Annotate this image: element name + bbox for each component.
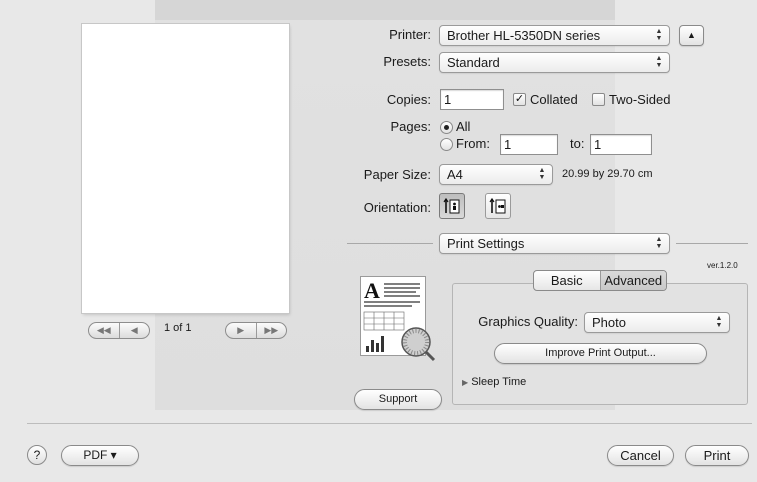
popup-arrows-icon: ▲ ▼ [655,236,663,250]
tab-bar[interactable]: Basic Advanced [533,270,667,291]
svg-text:A: A [364,278,380,303]
sleep-time-disclosure[interactable]: ▶ Sleep Time [462,376,526,388]
presets-label: Presets: [383,54,431,69]
print-button[interactable]: Print [685,445,749,466]
popup-arrows-icon: ▲ ▼ [538,167,546,181]
last-page-icon[interactable]: ▶▶ [255,323,287,338]
popup-arrows-icon: ▲ ▼ [655,55,663,69]
copies-field[interactable]: 1 [440,89,504,110]
printer-value: Brother HL-5350DN series [447,28,601,43]
footer-separator [27,423,752,424]
collated-checkbox[interactable]: ✓ [513,93,526,106]
copies-label: Copies: [386,92,431,107]
pages-label: Pages: [390,119,431,134]
pages-from-field[interactable]: 1 [500,134,558,155]
pages-all-radio[interactable] [440,121,453,134]
portrait-orientation-button[interactable] [439,193,465,219]
pages-to-label: to: [570,136,585,151]
background-toolbar [155,0,615,20]
disclosure-triangle-icon: ▶ [462,378,469,387]
next-page-icon[interactable]: ▶ [226,323,256,338]
popup-arrows-icon: ▲ ▼ [715,315,723,329]
pdf-button[interactable]: PDF ▾ [61,445,139,466]
collated-label: Collated [530,92,578,107]
help-icon: ? [33,448,41,462]
paper-size-value: A4 [447,167,463,182]
graphics-quality-popup[interactable]: Photo ▲ ▼ [584,312,730,333]
preview-back-buttons[interactable]: ◀◀ ◀ [88,322,150,339]
page-preview [82,24,289,313]
printer-popup[interactable]: Brother HL-5350DN series ▲ ▼ [439,25,670,46]
graphics-quality-value: Photo [592,315,626,330]
separator-right [676,243,748,244]
version-text: ver.1.2.0 [707,261,738,270]
paper-dimensions: 20.99 by 29.70 cm [562,168,653,180]
print-quality-illustration: A [360,276,436,362]
pages-to-field[interactable]: 1 [590,134,652,155]
pages-from-label: From: [456,136,490,151]
page-indicator: 1 of 1 [164,322,192,334]
tab-advanced[interactable]: Advanced [599,271,666,290]
presets-popup[interactable]: Standard ▲ ▼ [439,52,670,73]
pages-from-radio[interactable] [440,138,453,151]
popup-arrows-icon: ▲ ▼ [655,28,663,42]
pages-all-label: All [456,119,471,134]
two-sided-checkbox[interactable] [592,93,605,106]
preview-forward-buttons[interactable]: ▶ ▶▶ [225,322,287,339]
support-button[interactable]: Support [354,389,442,410]
two-sided-label: Two-Sided [609,92,671,107]
tab-basic[interactable]: Basic [534,271,600,290]
cancel-button[interactable]: Cancel [607,445,674,466]
separator-left [347,243,433,244]
paper-size-label: Paper Size: [363,167,431,182]
improve-print-output-button[interactable]: Improve Print Output... [494,343,707,364]
printer-label: Printer: [389,27,431,42]
first-page-icon[interactable]: ◀◀ [89,323,119,338]
sleep-time-label: Sleep Time [471,376,527,388]
disclosure-button[interactable]: ▲ [679,25,704,46]
collapse-triangle-icon: ▲ [687,30,696,40]
graphics-quality-label: Graphics Quality: [478,314,578,329]
print-settings-popup[interactable]: Print Settings ▲ ▼ [439,233,670,254]
paper-size-popup[interactable]: A4 ▲ ▼ [439,164,553,185]
presets-value: Standard [447,55,500,70]
print-settings-value: Print Settings [447,236,525,251]
previous-page-icon[interactable]: ◀ [118,323,150,338]
landscape-icon [489,197,506,214]
help-button[interactable]: ? [27,445,47,465]
landscape-orientation-button[interactable] [485,193,511,219]
orientation-label: Orientation: [363,200,431,215]
portrait-icon [443,197,460,214]
illustration-icon: A [363,278,436,362]
